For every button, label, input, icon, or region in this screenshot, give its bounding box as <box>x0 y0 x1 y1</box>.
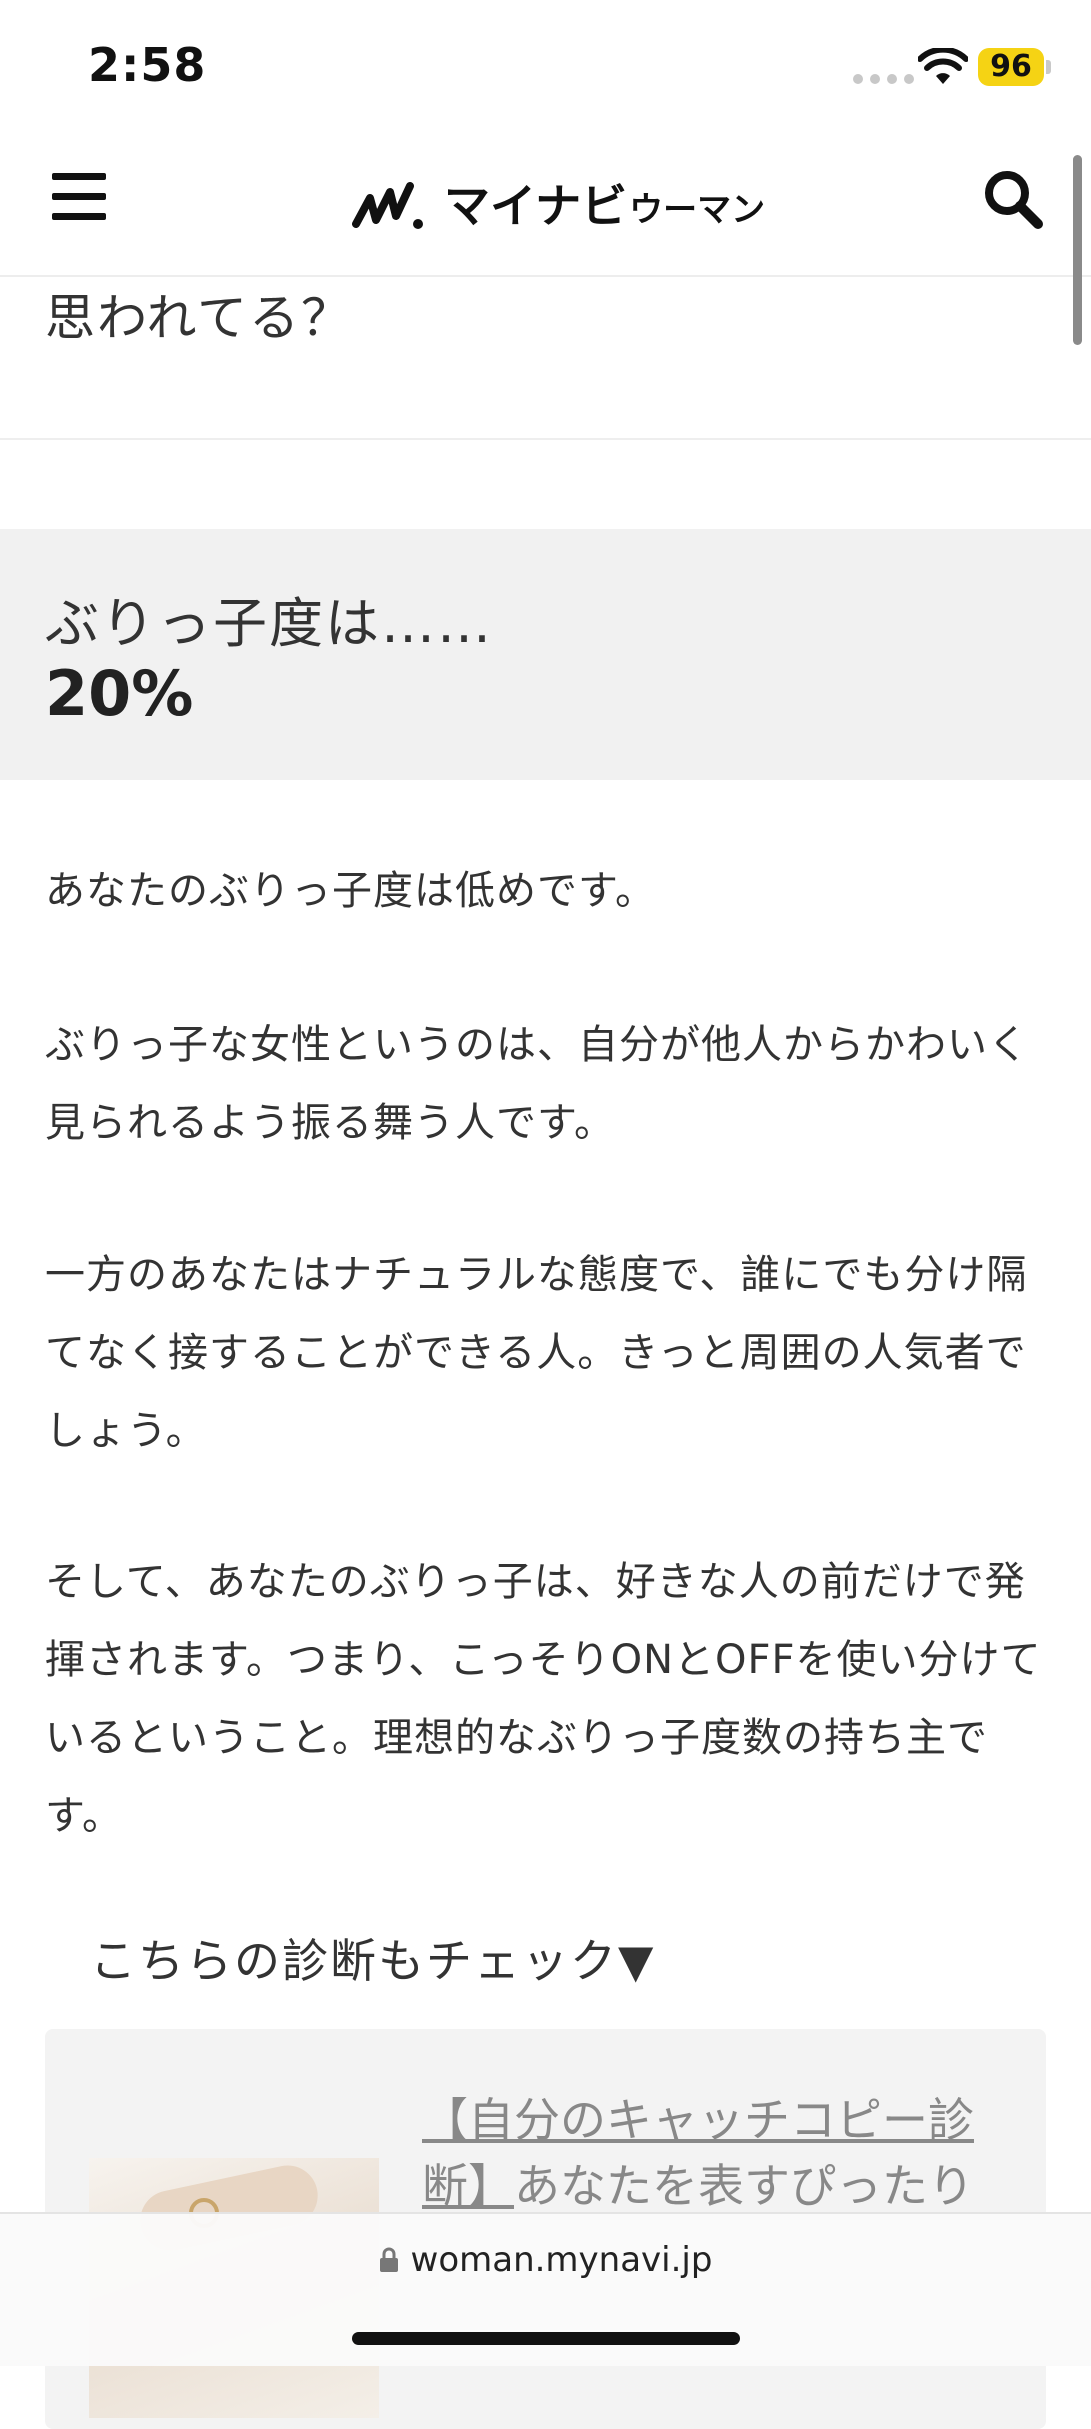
url-field[interactable]: woman.mynavi.jp <box>0 2240 1091 2280</box>
cellular-signal-icon <box>853 74 914 84</box>
site-logo[interactable]: マイナビ ウーマン <box>352 172 765 232</box>
logo-mark-icon <box>352 182 423 229</box>
result-value: 20% <box>45 657 194 730</box>
logo-text-sub: ウーマン <box>629 190 766 230</box>
browser-address-bar: woman.mynavi.jp <box>0 2212 1091 2366</box>
related-heading: こちらの診断もチェック▼ <box>90 1934 656 1988</box>
status-time: 2:58 <box>88 38 207 92</box>
battery-tip <box>1046 60 1051 74</box>
result-box: ぶりっ子度は…… 20% <box>0 529 1091 780</box>
related-article-title-rest: あなたを表すぴったり <box>514 2159 974 2213</box>
divider <box>0 438 1091 440</box>
related-article-title[interactable]: 【自分のキャッチコピー診断】あなたを表すぴったり <box>422 2087 1022 2219</box>
result-label: ぶりっ子度は…… <box>45 592 493 655</box>
logo-text-main: マイナビ <box>444 179 628 233</box>
url-text: woman.mynavi.jp <box>410 2240 713 2280</box>
question-title-tail: 思われてる？ <box>45 289 353 347</box>
result-paragraph: ぶりっ子な女性というのは、自分が他人からかわいく見られるよう振る舞う人です。 <box>45 1022 1029 1146</box>
site-header: マイナビ ウーマン <box>0 130 1091 277</box>
battery-indicator: 96 <box>978 48 1044 86</box>
hamburger-menu-icon[interactable] <box>52 173 106 221</box>
home-indicator[interactable] <box>352 2332 740 2345</box>
result-paragraph: 一方のあなたはナチュラルな態度で、誰にでも分け隔てなく接することができる人。きっ… <box>45 1252 1028 1454</box>
result-paragraph: あなたのぶりっ子度は低めです。 <box>45 868 656 914</box>
status-bar: 2:58 96 <box>0 0 1091 130</box>
wifi-icon <box>918 48 968 84</box>
lock-icon <box>379 2247 398 2272</box>
result-paragraph: そして、あなたのぶりっ子は、好きな人の前だけで発揮されます。つまり、こっそりON… <box>45 1559 1042 1839</box>
scrollbar-thumb[interactable] <box>1073 155 1082 345</box>
search-icon[interactable] <box>982 168 1044 230</box>
